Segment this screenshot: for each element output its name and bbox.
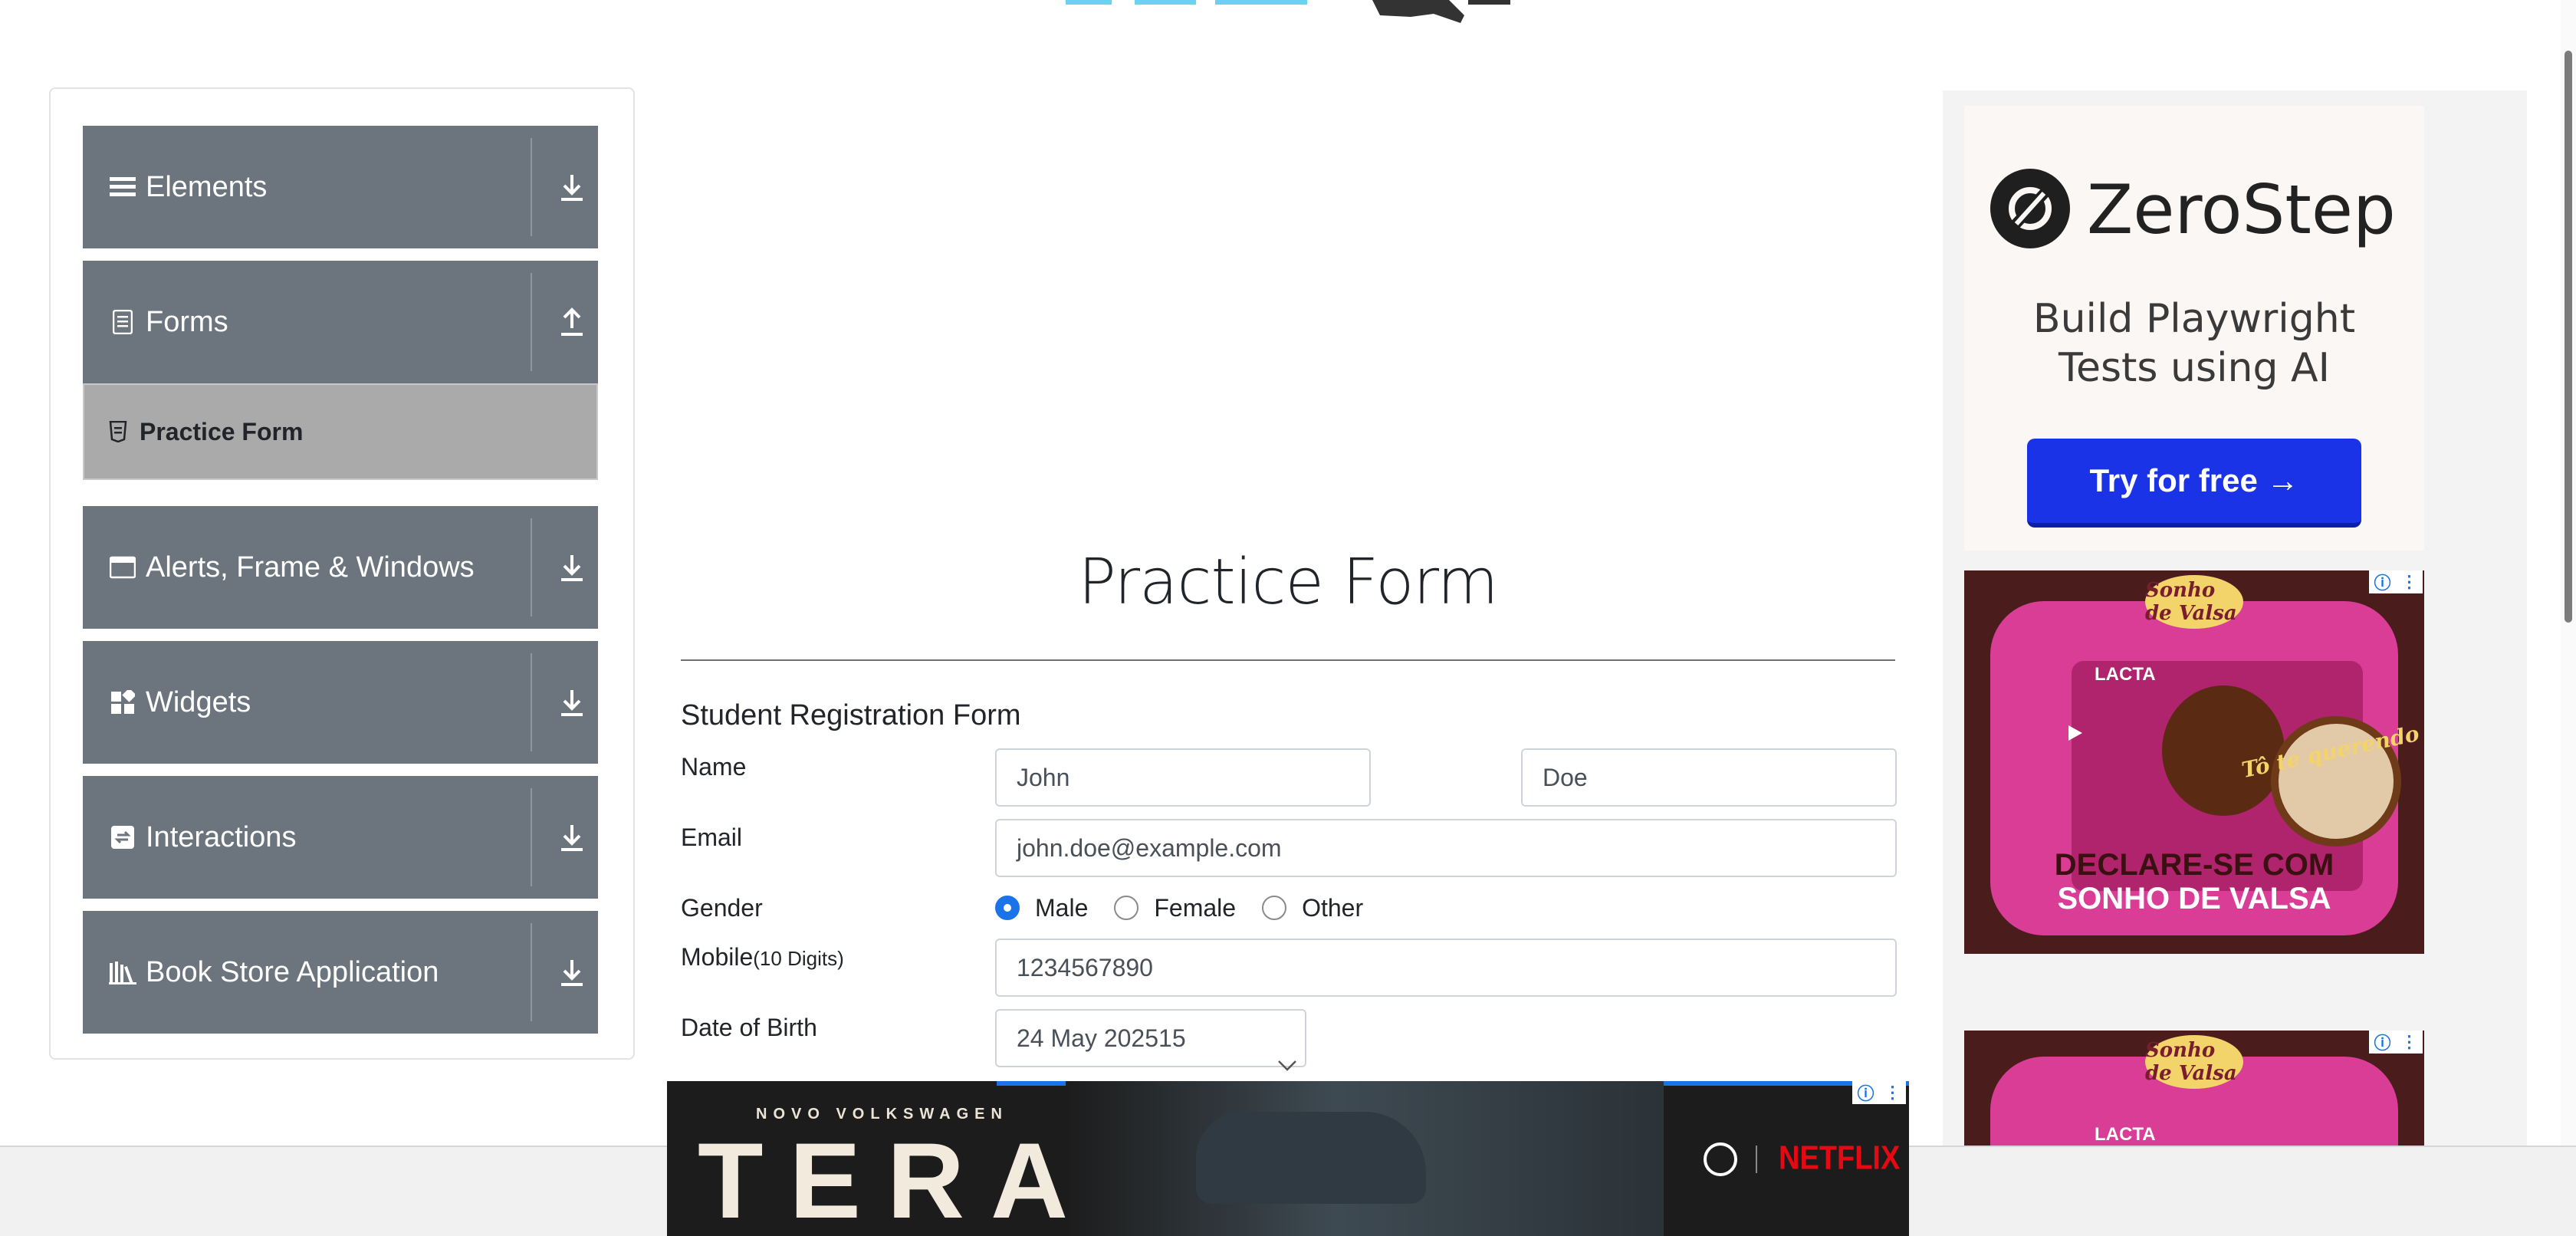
hamburger-icon [109, 173, 136, 201]
download-icon[interactable] [555, 684, 589, 721]
sidebar-group-label: Interactions [146, 820, 297, 853]
sidebar-group-book-store[interactable]: Book Store Application [83, 911, 598, 1034]
sidebar-item-practice-form[interactable]: Practice Form [83, 383, 598, 480]
html5-icon [106, 419, 130, 444]
swap-icon [109, 823, 136, 851]
sidebar-group-label: Elements [146, 170, 268, 203]
name-label: Name [681, 753, 747, 781]
email-input[interactable]: john.doe@example.com [995, 819, 1897, 877]
bonbon-image [2162, 685, 2285, 816]
sonho-cta: DECLARE-SE COM SONHO DE VALSA [1995, 848, 2394, 915]
zerostep-logo-icon [1990, 169, 2070, 248]
mobile-hint: (10 Digits) [753, 947, 844, 970]
gender-option-label[interactable]: Other [1302, 894, 1363, 922]
car-image [1196, 1112, 1426, 1204]
email-label: Email [681, 823, 743, 851]
widgets-icon [109, 689, 136, 716]
divider [531, 518, 532, 616]
ad-choices[interactable]: ⓘ ⋮ [1852, 1081, 1906, 1104]
more-icon[interactable]: ⋮ [2400, 572, 2417, 592]
sonho-ad-2[interactable]: Sonho de Valsa LACTA ⓘ ⋮ [1964, 1031, 2424, 1146]
gender-radio-male[interactable] [995, 896, 1020, 920]
divider [531, 273, 532, 371]
vw-logo-icon [1704, 1142, 1737, 1176]
sidebar-nav: Elements Forms Practice Form Alerts, Fra… [49, 87, 635, 1060]
sonho-brand: Sonho de Valsa [2145, 575, 2243, 629]
lacta-label: LACTA [2095, 1124, 2156, 1145]
divider [1756, 1146, 1757, 1173]
info-icon[interactable]: ⓘ [2374, 1031, 2390, 1054]
sidebar-group-label: Widgets [146, 685, 251, 718]
sidebar-group-forms[interactable]: Forms [83, 261, 598, 383]
divider [531, 138, 532, 236]
mobile-label: Mobile(10 Digits) [681, 943, 844, 971]
mobile-label-text: Mobile [681, 943, 754, 971]
sidebar-group-interactions[interactable]: Interactions [83, 776, 598, 899]
banner-model: TERA [698, 1120, 1095, 1236]
dob-input[interactable]: 24 May 202515 [995, 1009, 1306, 1067]
first-name-input[interactable]: John [995, 748, 1371, 807]
zerostep-tagline-2: Tests using AI [2058, 345, 2330, 391]
gender-option-label[interactable]: Male [1035, 894, 1088, 922]
dob-label: Date of Birth [681, 1014, 817, 1041]
download-icon[interactable] [555, 169, 589, 205]
title-divider [681, 659, 1895, 661]
more-icon[interactable]: ⋮ [2400, 1032, 2417, 1052]
info-icon[interactable]: ⓘ [2374, 570, 2390, 594]
divider [531, 923, 532, 1021]
page-title: Practice Form [1078, 546, 1498, 619]
zerostep-tagline-1: Build Playwright [2032, 296, 2356, 342]
sidebar-group-elements[interactable]: Elements [83, 126, 598, 248]
play-icon[interactable] [2065, 724, 2084, 742]
sonho-cta-line1: DECLARE-SE COM [2054, 848, 2334, 882]
scrollbar-thumb[interactable] [2564, 51, 2572, 623]
ad-choices[interactable]: ⓘ ⋮ [2369, 570, 2423, 593]
volkswagen-banner-ad[interactable]: NOVO VOLKSWAGEN TERA NETFLIX ⓘ ⋮ [667, 1081, 1909, 1236]
download-icon[interactable] [555, 954, 589, 991]
document-icon [109, 308, 136, 336]
zerostep-brand: ZeroStep [2087, 170, 2396, 249]
divider [531, 788, 532, 886]
info-icon[interactable]: ⓘ [1857, 1081, 1874, 1105]
sidebar-group-alerts[interactable]: Alerts, Frame & Windows [83, 506, 598, 629]
upload-icon[interactable] [555, 304, 589, 340]
last-name-input[interactable]: Doe [1521, 748, 1897, 807]
gender-radio-other[interactable] [1262, 896, 1287, 920]
sidebar-group-label: Book Store Application [146, 955, 439, 988]
window-icon [109, 554, 136, 581]
gender-radio-group: Male Female Other [995, 891, 1389, 925]
chevron-down-icon [1278, 1060, 1296, 1071]
sidebar-group-label: Forms [146, 305, 228, 338]
lacta-label: LACTA [2095, 664, 2156, 685]
sidebar-group-widgets[interactable]: Widgets [83, 641, 598, 764]
ad-choices[interactable]: ⓘ ⋮ [2369, 1031, 2423, 1054]
download-icon[interactable] [555, 549, 589, 586]
sidebar-item-label: Practice Form [140, 417, 304, 445]
divider [531, 653, 532, 751]
sonho-ad[interactable]: Sonho de Valsa LACTA Tô te querendo DECL… [1964, 570, 2424, 954]
form-heading: Student Registration Form [681, 699, 1021, 731]
mobile-input[interactable]: 1234567890 [995, 939, 1897, 997]
sidebar-group-label: Alerts, Frame & Windows [146, 551, 475, 583]
site-logo[interactable] [1050, 0, 1541, 37]
sonho-cta-line2: SONHO DE VALSA [2057, 882, 2331, 915]
zerostep-tagline: Build Playwright Tests using AI [1964, 294, 2424, 393]
sonho-brand: Sonho de Valsa [2145, 1035, 2243, 1089]
netflix-logo: NETFLIX [1779, 1139, 1901, 1178]
try-for-free-button[interactable]: Try for free → [2027, 439, 2361, 528]
books-icon [109, 958, 136, 986]
download-icon[interactable] [555, 819, 589, 856]
gender-label: Gender [681, 894, 763, 922]
gender-radio-female[interactable] [1114, 896, 1139, 920]
more-icon[interactable]: ⋮ [1884, 1083, 1901, 1103]
gender-option-label[interactable]: Female [1154, 894, 1236, 922]
